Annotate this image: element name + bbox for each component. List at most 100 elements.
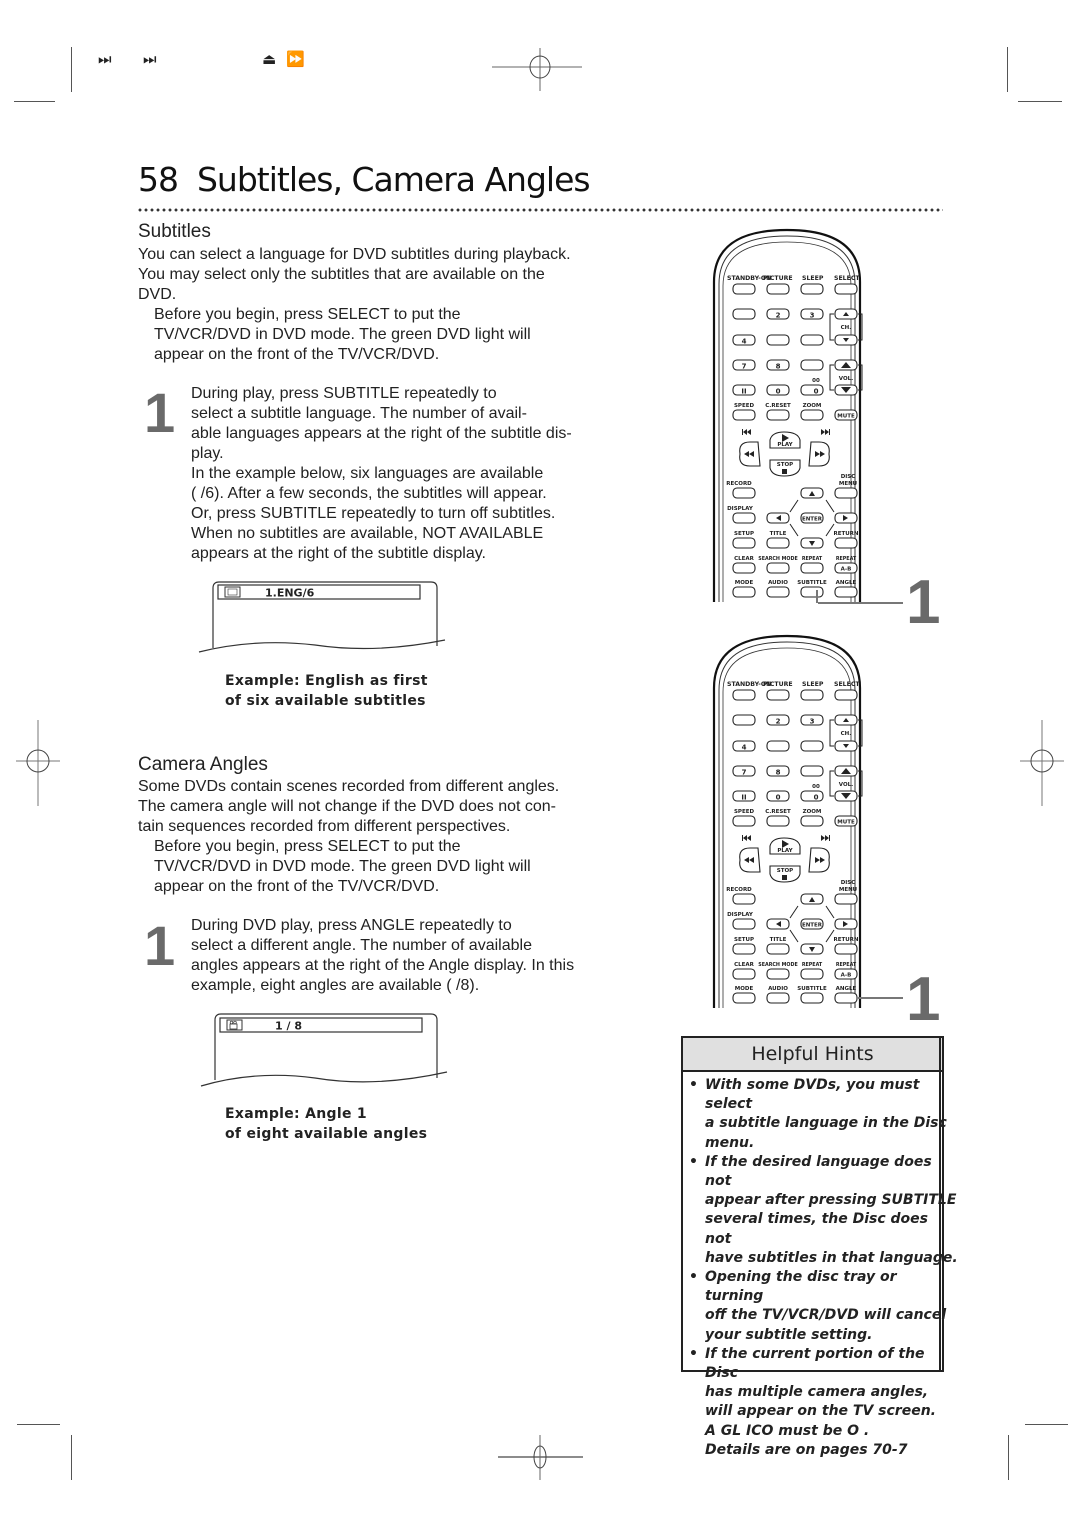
record-button[interactable] xyxy=(732,487,756,499)
repeat-button[interactable] xyxy=(800,562,824,574)
remote-label: SUBTITLE xyxy=(797,986,827,992)
hint-line: has multiple camera angles, xyxy=(705,1384,929,1401)
crop-mark xyxy=(17,1424,60,1425)
bullet-icon: • xyxy=(689,1269,698,1286)
remote-label: SEARCH MODE xyxy=(758,962,797,968)
remote-label: SPEED xyxy=(734,403,755,409)
remote-label: 00 xyxy=(812,378,820,384)
remote-label: 00 xyxy=(812,784,820,790)
number-6-button[interactable] xyxy=(800,334,824,346)
picture-button[interactable] xyxy=(766,689,790,701)
number-1-button[interactable] xyxy=(732,308,756,320)
number-5-button[interactable] xyxy=(766,334,790,346)
clear-button[interactable] xyxy=(732,968,756,980)
clear-button[interactable] xyxy=(732,562,756,574)
caption-line: of six available subtitles xyxy=(225,693,426,709)
caption-line: of eight available angles xyxy=(225,1126,428,1142)
setup-button[interactable] xyxy=(732,537,756,549)
remote-label: C.RESET xyxy=(765,809,791,815)
hint-line: If the current portion of the Disc xyxy=(705,1345,925,1382)
subtitle-button[interactable] xyxy=(800,992,824,1004)
camera-angles-intro: Some DVDs contain scenes recorded from d… xyxy=(138,777,638,897)
hints-box-right-border xyxy=(939,1036,941,1370)
display-button[interactable] xyxy=(732,918,756,930)
remote-label: 0 xyxy=(776,388,781,396)
creset-button[interactable] xyxy=(766,409,790,421)
step-number: 1 xyxy=(144,914,176,977)
repeat-button[interactable] xyxy=(800,968,824,980)
speed-button[interactable] xyxy=(732,409,756,421)
hint-line: appear after pressing SUBTITLE xyxy=(705,1192,957,1209)
remote-label: A-B xyxy=(841,567,852,573)
number-6-button[interactable] xyxy=(800,740,824,752)
select-button[interactable] xyxy=(834,283,858,295)
remote-label: SETUP xyxy=(734,531,754,537)
crop-mark xyxy=(1018,101,1062,102)
subtitle-button[interactable] xyxy=(800,586,824,598)
remote-label: 3 xyxy=(810,718,815,726)
remote-control-svg: STANDBY-ON PICTURE SLEEP SELECT 2 3 4 7 … xyxy=(712,634,863,1008)
disc-menu-button[interactable] xyxy=(834,487,858,499)
angle-button[interactable] xyxy=(834,992,858,1004)
search-mode-button[interactable] xyxy=(766,562,790,574)
number-9-button[interactable] xyxy=(800,359,824,371)
text-line: Before you begin, press SELECT to put th… xyxy=(154,306,461,323)
remote-label: 8 xyxy=(776,769,781,777)
remote-label: TITLE xyxy=(770,937,787,943)
remote-label: MUTE xyxy=(837,414,855,420)
remote-label: SELECT xyxy=(834,681,860,688)
fast-forward-icon: ⏩ xyxy=(286,50,306,68)
title-button[interactable] xyxy=(766,943,790,955)
double-zero-button[interactable] xyxy=(800,790,824,802)
zoom-button[interactable] xyxy=(800,815,824,827)
sleep-button[interactable] xyxy=(800,283,824,295)
audio-button[interactable] xyxy=(766,586,790,598)
skip-forward-icon xyxy=(821,429,830,435)
remote-label: RECORD xyxy=(726,481,752,487)
select-button[interactable] xyxy=(834,689,858,701)
record-button[interactable] xyxy=(732,893,756,905)
speed-button[interactable] xyxy=(732,815,756,827)
standby-button[interactable] xyxy=(732,689,756,701)
zoom-button[interactable] xyxy=(800,409,824,421)
remote-label: ENTER xyxy=(802,517,823,523)
picture-button[interactable] xyxy=(766,283,790,295)
remote-label: MODE xyxy=(735,580,754,586)
display-button[interactable] xyxy=(732,512,756,524)
page-number: 58 xyxy=(138,160,179,199)
creset-button[interactable] xyxy=(766,815,790,827)
remote-label: SELECT xyxy=(834,275,860,282)
hint-line: have subtitles in that language. xyxy=(705,1249,958,1266)
number-1-button[interactable] xyxy=(732,714,756,726)
number-9-button[interactable] xyxy=(800,765,824,777)
subtitles-step-text: During play, press SUBTITLE repeatedly t… xyxy=(191,384,641,564)
subtitles-intro: You can select a language for DVD subtit… xyxy=(138,245,638,365)
angle-example-caption: Example: Angle 1 of eight available angl… xyxy=(225,1104,427,1144)
remote-label: AUDIO xyxy=(768,580,788,586)
remote-label: MENU xyxy=(839,481,857,487)
audio-button[interactable] xyxy=(766,992,790,1004)
crop-mark xyxy=(1008,1435,1009,1480)
remote-label: DISC xyxy=(841,880,856,886)
angle-button[interactable] xyxy=(834,586,858,598)
disc-menu-button[interactable] xyxy=(834,893,858,905)
remote-label: CH. xyxy=(841,731,852,737)
return-button[interactable] xyxy=(834,537,858,549)
double-zero-button[interactable] xyxy=(800,384,824,396)
remote-label: 2 xyxy=(776,718,781,726)
setup-button[interactable] xyxy=(732,943,756,955)
remote-label: MENU xyxy=(839,887,857,893)
standby-button[interactable] xyxy=(732,283,756,295)
remote-label: ANGLE xyxy=(836,986,857,992)
remote-label: ZOOM xyxy=(803,809,822,815)
text-line: select a subtitle language. The number o… xyxy=(191,405,527,422)
mode-button[interactable] xyxy=(732,992,756,1004)
title-button[interactable] xyxy=(766,537,790,549)
number-5-button[interactable] xyxy=(766,740,790,752)
search-mode-button[interactable] xyxy=(766,968,790,980)
sleep-button[interactable] xyxy=(800,689,824,701)
mode-button[interactable] xyxy=(732,586,756,598)
remote-label: CH. xyxy=(841,325,852,331)
return-button[interactable] xyxy=(834,943,858,955)
remote-label: SLEEP xyxy=(802,681,824,688)
